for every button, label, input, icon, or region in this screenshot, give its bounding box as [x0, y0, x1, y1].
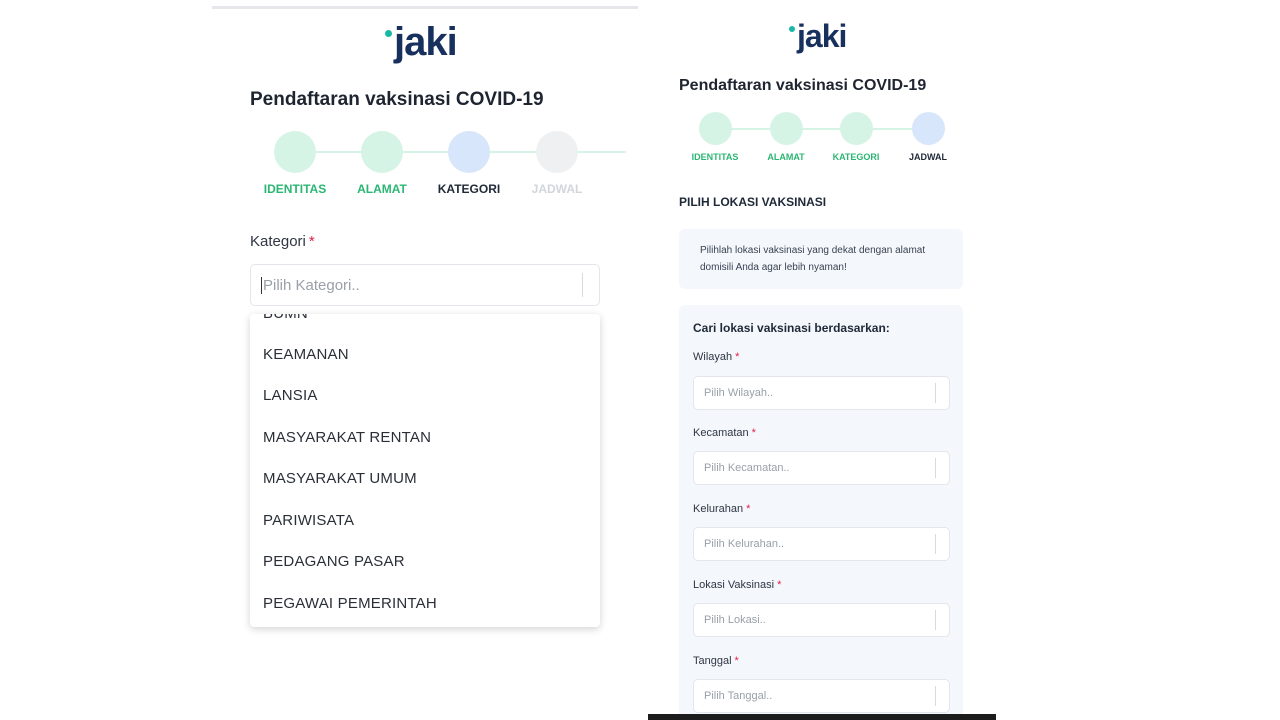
- step-circle: [536, 131, 578, 173]
- right-screen: jaki Pendaftaran vaksinasi COVID-19 IDEN…: [648, 0, 996, 720]
- dropdown-option[interactable]: LANSIA: [263, 387, 318, 404]
- step-label: IDENTITAS: [263, 182, 327, 196]
- required-marker: *: [746, 503, 751, 515]
- step-label: ALAMAT: [357, 182, 407, 196]
- step-circle: [448, 131, 490, 173]
- tanggal-label: Tanggal *: [693, 655, 739, 667]
- dropdown-option[interactable]: PEDAGANG PASAR: [263, 553, 405, 570]
- required-marker: *: [751, 427, 756, 439]
- dropdown-option[interactable]: PARIWISATA: [263, 512, 354, 529]
- select-separator: [582, 273, 583, 297]
- kategori-placeholder: Pilih Kategori..: [263, 276, 360, 294]
- step-circle: [911, 112, 945, 145]
- select-separator: [935, 534, 936, 554]
- kelurahan-label-text: Kelurahan: [693, 503, 744, 515]
- top-divider: [212, 6, 638, 9]
- tanggal-select[interactable]: Pilih Tanggal..: [693, 679, 950, 713]
- lokasi-select[interactable]: Pilih Lokasi..: [693, 603, 950, 637]
- tanggal-label-text: Tanggal: [693, 655, 732, 667]
- select-separator: [935, 610, 936, 630]
- kecamatan-select[interactable]: Pilih Kecamatan..: [693, 451, 950, 485]
- required-marker: *: [735, 351, 740, 363]
- wilayah-label-text: Wilayah: [693, 351, 733, 363]
- lokasi-label-text: Lokasi Vaksinasi: [693, 579, 775, 591]
- dropdown-option[interactable]: KEAMANAN: [263, 346, 349, 363]
- logo-text: jaki: [394, 20, 458, 64]
- dropdown-option[interactable]: MASYARAKAT UMUM: [263, 470, 417, 487]
- left-screen: jaki Pendaftaran vaksinasi COVID-19 IDEN…: [210, 0, 640, 720]
- step-alamat: ALAMAT: [750, 112, 822, 162]
- search-title: Cari lokasi vaksinasi berdasarkan:: [693, 321, 890, 335]
- required-marker: *: [308, 233, 315, 250]
- step-jadwal: JADWAL: [512, 131, 602, 196]
- step-jadwal: JADWAL: [892, 112, 964, 162]
- step-label: JADWAL: [531, 182, 583, 196]
- step-identitas: IDENTITAS: [679, 112, 751, 162]
- dropdown-option[interactable]: BUMN: [263, 314, 308, 322]
- select-separator: [935, 383, 936, 403]
- lokasi-placeholder: Pilih Lokasi..: [704, 614, 766, 626]
- jaki-logo: jaki: [789, 18, 847, 55]
- step-label: ALAMAT: [767, 152, 805, 162]
- logo-dot: [385, 30, 392, 37]
- logo-text: jaki: [797, 18, 847, 54]
- logo-dot: [789, 26, 795, 32]
- jaki-logo: jaki: [385, 20, 458, 65]
- text-cursor: [261, 276, 262, 294]
- wilayah-label: Wilayah *: [693, 351, 739, 363]
- required-marker: *: [777, 579, 782, 591]
- page-title: Pendaftaran vaksinasi COVID-19: [250, 89, 544, 110]
- wilayah-select[interactable]: Pilih Wilayah..: [693, 376, 950, 410]
- step-label: IDENTITAS: [691, 152, 739, 162]
- section-title: PILIH LOKASI VAKSINASI: [679, 195, 827, 209]
- select-separator: [935, 686, 936, 706]
- progress-stepper: IDENTITAS ALAMAT KATEGORI JADWAL: [679, 112, 969, 172]
- tanggal-placeholder: Pilih Tanggal..: [704, 690, 773, 702]
- dropdown-option[interactable]: PEGAWAI PEMERINTAH: [263, 595, 437, 612]
- progress-stepper: IDENTITAS ALAMAT KATEGORI JADWAL: [250, 131, 626, 201]
- kelurahan-placeholder: Pilih Kelurahan..: [704, 538, 785, 550]
- step-label: JADWAL: [909, 152, 947, 162]
- step-circle: [698, 112, 732, 145]
- step-circle: [839, 112, 873, 145]
- select-separator: [935, 458, 936, 478]
- page-title: Pendaftaran vaksinasi COVID-19: [679, 77, 927, 94]
- search-card: Cari lokasi vaksinasi berdasarkan: Wilay…: [679, 305, 963, 720]
- step-kategori: KATEGORI: [424, 131, 514, 196]
- step-kategori: KATEGORI: [820, 112, 892, 162]
- kelurahan-select[interactable]: Pilih Kelurahan..: [693, 527, 950, 561]
- kecamatan-label-text: Kecamatan: [693, 427, 749, 439]
- step-label: KATEGORI: [437, 182, 501, 196]
- lokasi-label: Lokasi Vaksinasi *: [693, 579, 781, 591]
- dropdown-option[interactable]: MASYARAKAT RENTAN: [263, 429, 431, 446]
- step-circle: [769, 112, 803, 145]
- system-nav-bar: [648, 714, 996, 720]
- info-box: Pilihlah lokasi vaksinasi yang dekat den…: [679, 229, 963, 289]
- kategori-label-text: Kategori: [250, 233, 306, 250]
- wilayah-placeholder: Pilih Wilayah..: [704, 387, 774, 399]
- required-marker: *: [734, 655, 739, 667]
- kecamatan-label: Kecamatan *: [693, 427, 756, 439]
- step-label: KATEGORI: [832, 152, 880, 162]
- step-circle: [274, 131, 316, 173]
- kategori-dropdown[interactable]: BUMN KEAMANAN LANSIA MASYARAKAT RENTAN M…: [250, 314, 600, 627]
- kecamatan-placeholder: Pilih Kecamatan..: [704, 462, 790, 474]
- step-identitas: IDENTITAS: [250, 131, 340, 196]
- kelurahan-label: Kelurahan *: [693, 503, 750, 515]
- step-circle: [361, 131, 403, 173]
- kategori-label: Kategori *: [250, 233, 315, 250]
- kategori-select[interactable]: Pilih Kategori..: [250, 264, 600, 306]
- step-alamat: ALAMAT: [337, 131, 427, 196]
